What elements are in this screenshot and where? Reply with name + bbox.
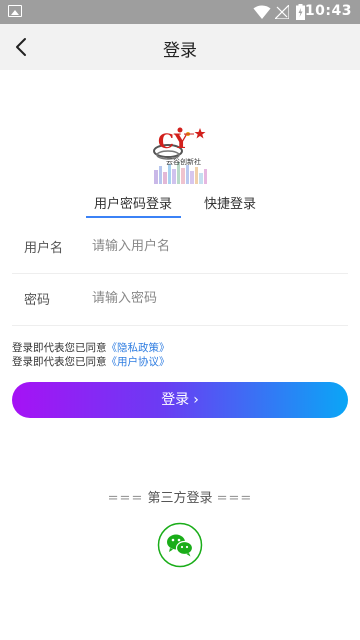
- wifi-icon: [253, 5, 271, 19]
- third-party-login-heading: === 第三方登录 ===: [0, 487, 360, 506]
- logo-brand-text: 云谷创新社: [166, 157, 201, 166]
- password-input[interactable]: [92, 285, 332, 311]
- tab-password-login[interactable]: 用户密码登录: [94, 193, 172, 212]
- login-button[interactable]: 登录 ›: [12, 382, 348, 418]
- password-label: 密码: [24, 293, 51, 308]
- chevron-right-icon: ›: [193, 392, 199, 408]
- login-button-label: 登录: [161, 392, 190, 408]
- divider-right: ===: [216, 491, 253, 506]
- tab-quick-login[interactable]: 快捷登录: [204, 193, 256, 212]
- app-bar: 登录: [0, 24, 360, 70]
- signal-icon: [275, 5, 289, 19]
- username-label: 用户名: [24, 241, 64, 256]
- wechat-icon[interactable]: [157, 522, 203, 568]
- terms-agreement-line: 登录即代表您已同意《用户协议》: [12, 354, 170, 369]
- username-input[interactable]: [92, 233, 332, 259]
- privacy-agreement-line: 登录即代表您已同意《隐私政策》: [12, 340, 170, 355]
- page-title: 登录: [163, 41, 197, 61]
- divider-left: ===: [107, 491, 144, 506]
- app-logo: CY 云谷创新社: [153, 127, 207, 184]
- third-party-title: 第三方登录: [147, 491, 213, 506]
- logo-mark: CY: [158, 129, 189, 153]
- username-row: 用户名: [12, 221, 348, 274]
- agreement-prefix: 登录即代表您已同意: [12, 342, 107, 354]
- gallery-notification-icon: [8, 5, 22, 17]
- battery-charging-icon: [296, 4, 305, 20]
- status-time: 10:43: [304, 3, 352, 19]
- user-agreement-link[interactable]: 《用户协议》: [107, 356, 170, 368]
- privacy-policy-link[interactable]: 《隐私政策》: [107, 342, 170, 354]
- password-row: 密码: [12, 273, 348, 326]
- status-bar: 10:43: [0, 0, 360, 24]
- active-tab-indicator: [86, 216, 181, 218]
- login-tabs: 用户密码登录 快捷登录: [0, 193, 360, 219]
- agreement-prefix: 登录即代表您已同意: [12, 356, 107, 368]
